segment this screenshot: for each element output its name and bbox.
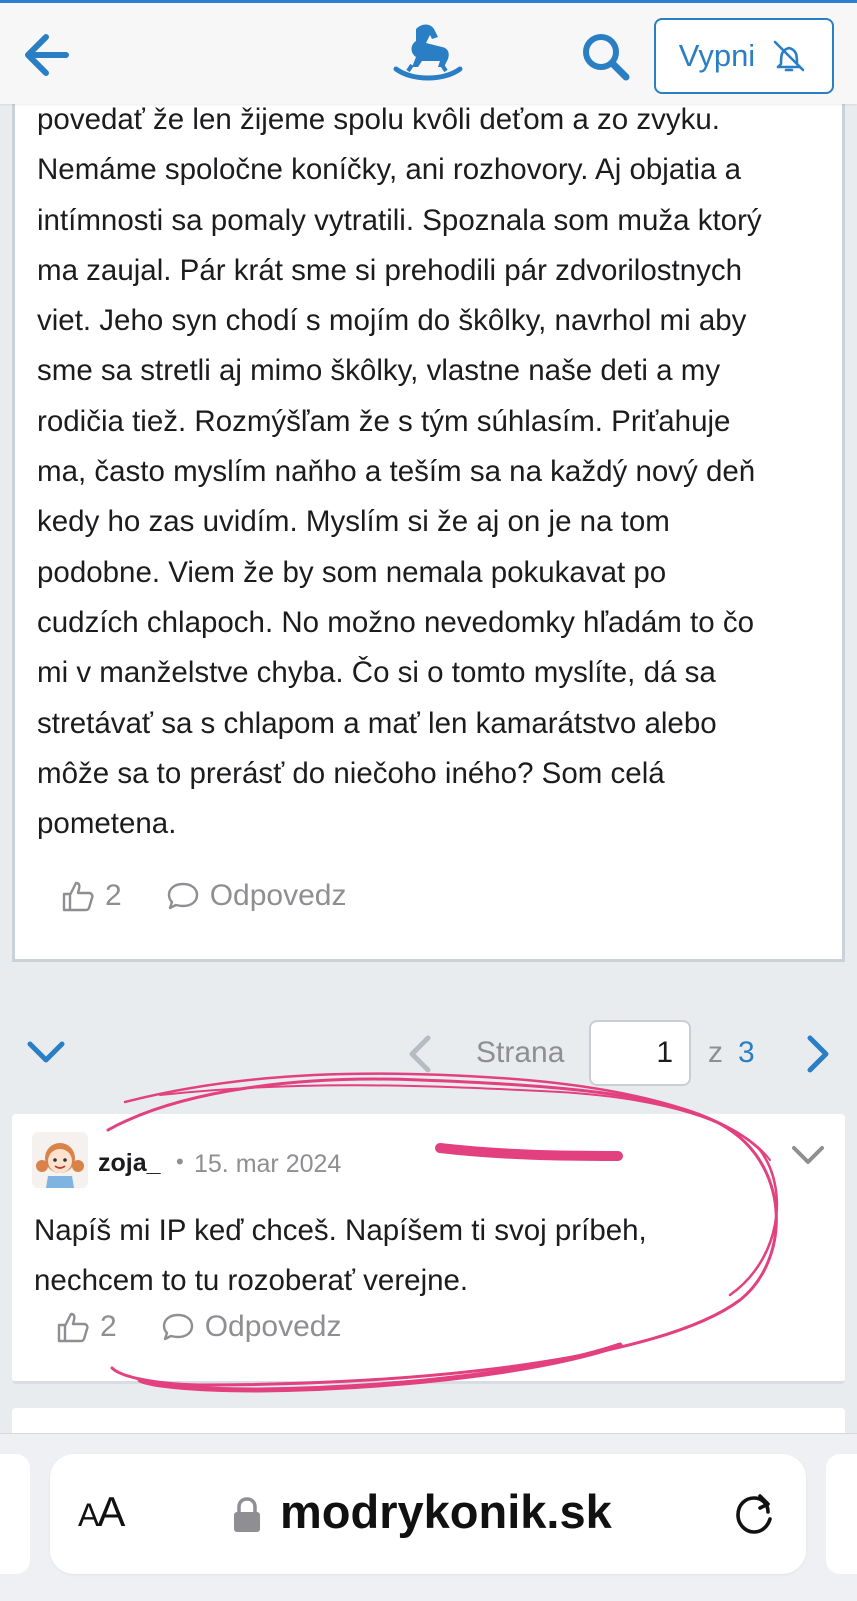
search-icon [583,34,630,81]
url-text: modrykonik.sk [280,1485,612,1538]
previous-tab-preview[interactable] [0,1454,30,1574]
chevron-down-icon [792,1146,824,1164]
previous-page-button[interactable] [402,1032,438,1076]
comment-date: 15. mar 2024 [194,1150,342,1178]
reload-button[interactable] [732,1492,778,1538]
address-bar[interactable]: AA modrykonik.sk [50,1454,806,1574]
text-size-button[interactable]: AA [78,1488,125,1536]
girl-avatar-icon [32,1132,88,1188]
page-number-input[interactable]: 1 [589,1020,691,1086]
top-nav-bar: Vypni [0,0,857,104]
comment-username[interactable]: zoja_ [98,1149,161,1178]
post-line: môže sa to prerásť do niečoho iného? Som… [37,756,665,790]
comment-card: zoja_ • 15. mar 2024 Napíš mi IP keď chc… [12,1114,845,1384]
next-tab-preview[interactable] [826,1454,857,1574]
arrow-left-icon [25,34,69,76]
rocking-horse-icon [393,24,463,81]
chevron-right-icon [807,1035,829,1073]
post-actions: 2 Odpovedz [61,879,346,913]
post-line: Nemáme spoločne koníčky, ani rozhovory. … [37,153,741,187]
post-line: kedy ho zas uvidím. Myslím si že aj on j… [37,505,670,539]
post-line: stretávať sa s chlapom a mať len kamarát… [37,706,717,740]
page-label: Strana [476,1036,565,1069]
site-logo[interactable] [392,21,464,85]
post-line: podobne. Viem že by som nemala pokukavat… [37,555,667,589]
comment-options-button[interactable] [788,1140,828,1170]
comment-body: Napíš mi IP keď chceš. Napíšem ti svoj p… [34,1206,824,1306]
next-page-button[interactable] [800,1032,836,1076]
bell-slash-icon [773,40,805,72]
text-size-small-label: A [78,1497,99,1533]
chevron-left-icon [409,1035,431,1073]
lock-icon [232,1496,262,1534]
mute-button-label: Vypni [678,38,756,73]
comment-like-count: 2 [100,1310,117,1343]
post-line: pometena. [37,807,177,841]
post-line: cudzích chlapoch. No možno nevedomky hľa… [37,605,754,639]
post-line: ma, často myslím naňho a teším sa na kaž… [37,455,756,489]
browser-bottom-bar: AA modrykonik.sk [0,1433,857,1601]
text-size-large-label: A [97,1488,125,1535]
post-card: povedať že len žijeme spolu kvôli deťom … [12,80,845,962]
thumbs-up-icon [62,881,94,912]
reload-icon [736,1494,772,1534]
comment-line: Napíš mi IP keď chceš. Napíšem ti svoj p… [34,1214,647,1247]
chevron-down-icon [27,1041,65,1063]
thumbs-up-icon [57,1312,89,1343]
total-pages-link[interactable]: 3 [738,1036,755,1070]
mute-notifications-button[interactable]: Vypni [654,18,834,94]
post-line: rodičia tiež. Rozmýšľam že s tým súhlasí… [37,404,731,438]
speech-bubble-icon [167,882,198,910]
comment-line: nechcem to tu rozoberať verejne. [34,1264,469,1297]
post-line: mi v manželstve chyba. Čo si o tomto mys… [37,656,716,690]
comment-like-button[interactable]: 2 [56,1310,117,1344]
post-line: intímnosti sa pomaly vytratili. Spoznala… [37,203,762,237]
avatar[interactable] [32,1132,88,1188]
post-reply-label: Odpovedz [209,879,347,912]
post-line: viet. Jeho syn chodí s mojím do škôlky, … [37,304,747,338]
post-like-count: 2 [105,879,122,912]
post-like-button[interactable]: 2 [61,879,122,913]
search-button[interactable] [578,29,634,85]
jump-to-bottom-button[interactable] [24,1030,68,1074]
comment-reply-button[interactable]: Odpovedz [161,1310,342,1344]
post-reply-button[interactable]: Odpovedz [166,879,347,913]
back-button[interactable] [18,25,78,85]
post-line: sme sa stretli aj mimo škôlky, vlastne n… [37,354,721,388]
post-body: povedať že len žijeme spolu kvôli deťom … [37,95,837,849]
page-of-label: z [708,1036,723,1069]
pagination-bar: Strana 1 z 3 [0,1010,857,1106]
speech-bubble-icon [162,1313,193,1341]
post-line: ma zaujal. Pár krát sme si prehodili pár… [37,253,743,287]
meta-separator: • [176,1149,184,1174]
comment-actions: 2 Odpovedz [56,1310,341,1344]
comment-reply-label: Odpovedz [204,1310,342,1343]
